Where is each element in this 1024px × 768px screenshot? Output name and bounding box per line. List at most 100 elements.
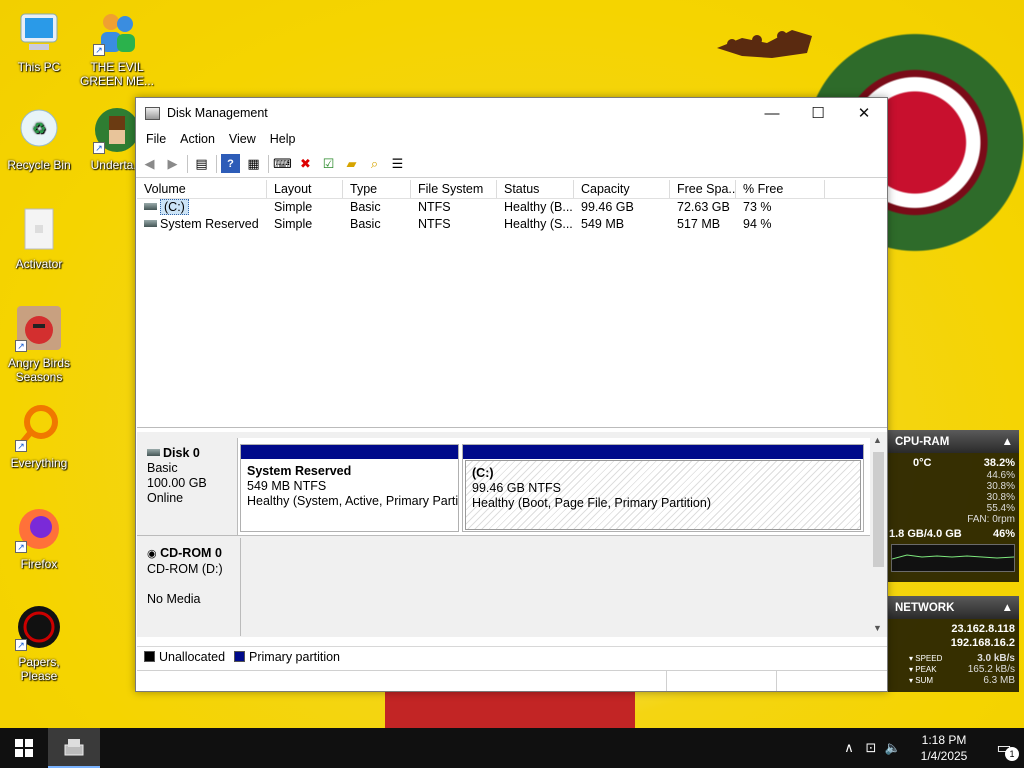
forward-icon[interactable]: ▶ (163, 154, 182, 173)
scrollbar-thumb[interactable] (873, 452, 884, 567)
graphical-disk-view[interactable]: Disk 0 Basic 100.00 GB Online System Res… (137, 432, 887, 637)
desktop-icon-this-pc[interactable]: This PC (0, 8, 78, 74)
desktop-icon-firefox[interactable]: ↗ Firefox (0, 505, 78, 571)
connect-icon[interactable]: ⌨ (273, 154, 292, 173)
partition-status: Healthy (System, Active, Primary Partiti (247, 494, 458, 508)
column-file-system[interactable]: File System (411, 180, 497, 198)
scroll-up-icon[interactable]: ▲ (873, 435, 882, 445)
drive-icon (144, 203, 157, 210)
notification-count: 1 (1005, 747, 1019, 761)
volume-muted-icon[interactable]: 🔈 (882, 740, 904, 756)
column-status[interactable]: Status (497, 180, 574, 198)
list-view-icon[interactable]: ☰ (388, 154, 407, 173)
column-capacity[interactable]: Capacity (574, 180, 670, 198)
maximize-button[interactable]: ☐ (795, 98, 841, 128)
desktop-icon-activator[interactable]: Activator (0, 205, 78, 271)
volume-layout: Simple (274, 200, 313, 214)
menu-help[interactable]: Help (263, 132, 303, 146)
wallpaper-sleigh (717, 30, 812, 58)
cpu-ram-header[interactable]: CPU-RAM ▲ (887, 430, 1019, 453)
volume-row[interactable]: (C:) Simple Basic NTFS Healthy (B... 99.… (137, 199, 887, 216)
volume-status: Healthy (B... (504, 200, 573, 214)
column-layout[interactable]: Layout (267, 180, 343, 198)
firefox-icon: ↗ (15, 505, 63, 553)
minimize-button[interactable]: — (749, 98, 795, 128)
folder-icon (15, 205, 63, 253)
network-gadget[interactable]: NETWORK ▲ 23.162.8.118 192.168.16.2 ▾ SP… (887, 596, 1019, 692)
notification-center-button[interactable]: ▭ 1 (984, 728, 1024, 768)
desktop-icon-angry-birds[interactable]: ↗ Angry Birds Seasons (0, 304, 78, 384)
disk-0-label[interactable]: Disk 0 Basic 100.00 GB Online (137, 438, 238, 535)
cpu-temperature: 0°C (913, 457, 932, 469)
ram-graph (891, 544, 1015, 572)
network-peak: 165.2 kB/s (967, 664, 1015, 675)
desktop-icon-papers-please[interactable]: ↗ Papers, Please (0, 603, 78, 683)
partition-size: 99.46 GB NTFS (472, 481, 561, 495)
volume-capacity: 549 MB (581, 217, 625, 231)
cd-rom-area[interactable] (241, 538, 870, 636)
chevron-up-icon[interactable]: ∧ (838, 740, 860, 756)
open-folder-icon[interactable]: ▰ (342, 154, 361, 173)
title-bar[interactable]: Disk Management — ☐ ✕ (136, 98, 887, 128)
network-header[interactable]: NETWORK ▲ (887, 596, 1019, 619)
delete-icon[interactable]: ✖ (296, 154, 315, 173)
help-icon[interactable]: ? (221, 154, 240, 173)
start-button[interactable] (0, 728, 48, 768)
undertale-icon: ↗ (93, 106, 141, 154)
cd-rom-media: No Media (147, 592, 201, 606)
volume-name: (C:) (160, 199, 189, 215)
column-free-space[interactable]: Free Spa... (670, 180, 736, 198)
desktop-icon-recycle-bin[interactable]: ♻ Recycle Bin (0, 106, 78, 172)
column-volume[interactable]: Volume (137, 180, 267, 198)
volume-file-system: NTFS (418, 217, 451, 231)
cpu-usage: 38.2% (983, 457, 1015, 469)
volume-row[interactable]: System Reserved Simple Basic NTFS Health… (137, 216, 887, 233)
desktop-icon-evil-green-me[interactable]: ↗ THE EVIL GREEN ME... (78, 8, 156, 88)
check-icon[interactable]: ☑ (319, 154, 338, 173)
vertical-scrollbar[interactable]: ▲ ▼ (870, 432, 887, 637)
disk-0-row[interactable]: Disk 0 Basic 100.00 GB Online System Res… (137, 438, 870, 536)
back-icon[interactable]: ◀ (140, 154, 159, 173)
network-icon[interactable]: ⊡ (860, 740, 882, 756)
close-button[interactable]: ✕ (841, 98, 887, 128)
volume-list[interactable]: Volume Layout Type File System Status Ca… (137, 180, 887, 428)
column-percent-free[interactable]: % Free (736, 180, 825, 198)
disk-type: Basic (147, 461, 178, 475)
disk-management-window[interactable]: Disk Management — ☐ ✕ File Action View H… (135, 97, 888, 692)
speed-label: SPEED (915, 654, 943, 663)
cd-rom-0-label[interactable]: ◉ CD-ROM 0 CD-ROM (D:) No Media (137, 538, 241, 636)
partition-system-reserved[interactable]: System Reserved 549 MB NTFS Healthy (Sys… (240, 444, 459, 532)
scroll-down-icon[interactable]: ▼ (873, 623, 882, 633)
menu-file[interactable]: File (139, 132, 173, 146)
cpu-ram-gadget[interactable]: CPU-RAM ▲ 0°C 38.2% 44.6% 30.8% 30.8% 55… (887, 430, 1019, 582)
volume-type: Basic (350, 217, 381, 231)
clock[interactable]: 1:18 PM 1/4/2025 (904, 732, 984, 764)
menu-view[interactable]: View (222, 132, 263, 146)
disk-size: 100.00 GB (147, 476, 207, 490)
cd-rom-0-row[interactable]: ◉ CD-ROM 0 CD-ROM (D:) No Media (137, 538, 870, 636)
system-tray: ∧ ⊡ 🔈 1:18 PM 1/4/2025 ▭ 1 (838, 728, 1024, 768)
volume-free-space: 72.63 GB (677, 200, 730, 214)
core-usage: 30.8% (986, 481, 1015, 492)
console-tree-icon[interactable]: ▤ (192, 154, 211, 173)
clock-time: 1:18 PM (921, 733, 967, 747)
primary-partition-swatch (234, 651, 246, 662)
legend: Unallocated Primary partition (137, 646, 887, 666)
properties-icon[interactable]: ▦ (244, 154, 263, 173)
drive-icon (144, 220, 157, 227)
desktop-icon-label: THE EVIL GREEN ME... (79, 60, 154, 88)
menu-action[interactable]: Action (173, 132, 222, 146)
collapse-icon[interactable]: ▲ (1002, 602, 1013, 614)
volume-free-space: 517 MB (677, 217, 721, 231)
column-type[interactable]: Type (343, 180, 411, 198)
taskbar-disk-management[interactable] (48, 728, 100, 768)
cd-rom-icon: ◉ (147, 548, 157, 560)
search-icon[interactable]: ⌕ (365, 154, 384, 173)
fan-speed: FAN: 0rpm (967, 514, 1015, 525)
desktop-icon-everything[interactable]: ↗ Everything (0, 404, 78, 470)
collapse-icon[interactable]: ▲ (1002, 436, 1013, 448)
windows-logo-icon (15, 739, 33, 757)
internal-ip: 192.168.16.2 (950, 637, 1015, 649)
partition-c-drive[interactable]: (C:) 99.46 GB NTFS Healthy (Boot, Page F… (462, 444, 864, 532)
wallpaper-chair (385, 688, 635, 728)
